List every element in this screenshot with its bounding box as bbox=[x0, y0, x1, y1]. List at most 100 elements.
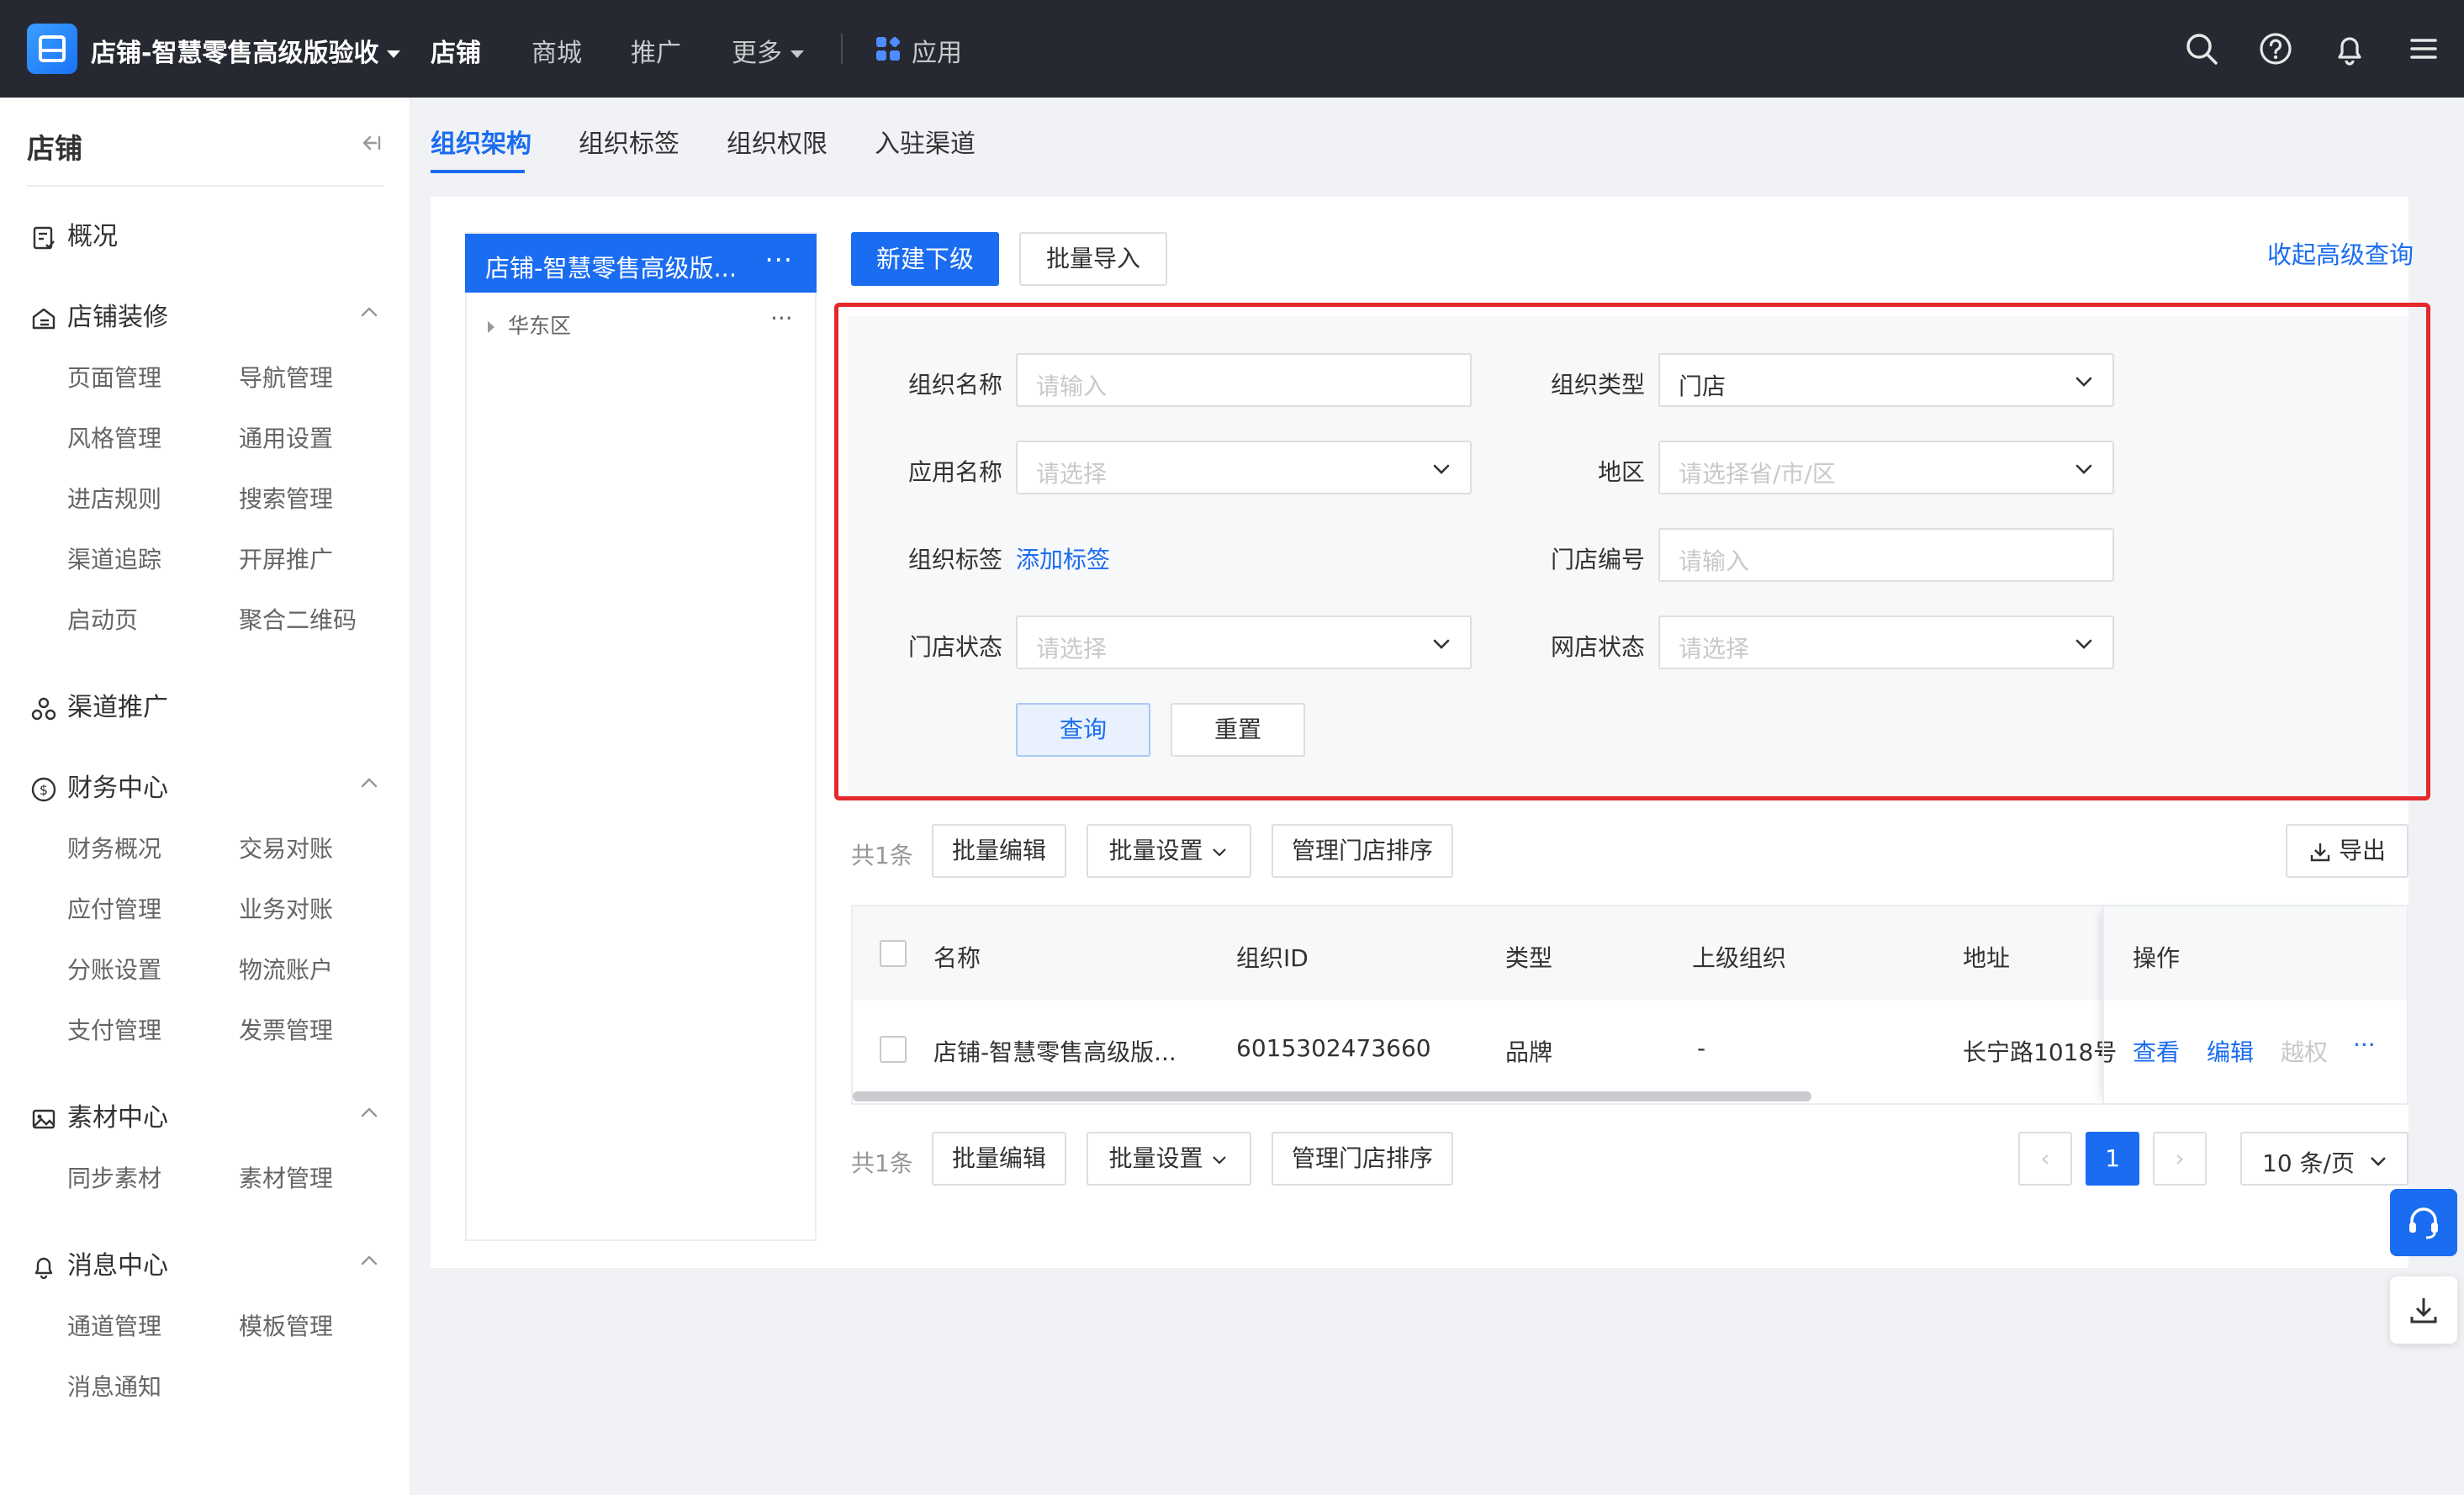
sidebar-group-channel[interactable]: 渠道推广 bbox=[30, 686, 168, 723]
tree-root-more-icon[interactable]: ··· bbox=[764, 244, 793, 276]
sidebar-item-search-management[interactable]: 搜索管理 bbox=[239, 481, 333, 515]
sidebar-item-page-management[interactable]: 页面管理 bbox=[67, 360, 161, 394]
prev-page-button[interactable]: ‹ bbox=[2018, 1132, 2072, 1186]
next-page-button[interactable]: › bbox=[2153, 1132, 2207, 1186]
org-type-value: 门店 bbox=[1679, 372, 1726, 400]
table-horizontal-scrollbar[interactable] bbox=[853, 1091, 1811, 1101]
search-icon[interactable] bbox=[2181, 29, 2222, 69]
help-icon[interactable] bbox=[2255, 29, 2296, 69]
chevron-up-icon[interactable] bbox=[357, 299, 382, 325]
topnav-mall[interactable]: 商城 bbox=[531, 32, 582, 69]
menu-icon[interactable] bbox=[2403, 29, 2444, 69]
sidebar-group-message[interactable]: 消息中心 bbox=[30, 1244, 168, 1281]
chevron-up-icon[interactable] bbox=[357, 1100, 382, 1125]
select-all-checkbox[interactable] bbox=[880, 940, 907, 967]
manage-store-sort-button[interactable]: 管理门店排序 bbox=[1272, 824, 1453, 878]
sidebar-item-overview[interactable]: 概况 bbox=[30, 215, 118, 252]
header-type: 类型 bbox=[1505, 944, 1553, 972]
top-navigation-bar: 店铺-智慧零售高级版验收 店铺 商城 推广 更多 应用 bbox=[0, 0, 2464, 98]
tree-node-east-china[interactable]: 华东区 bbox=[488, 309, 571, 340]
online-status-select[interactable]: 请选择 bbox=[1658, 615, 2114, 669]
topnav-apps[interactable]: 应用 bbox=[912, 32, 962, 69]
topnav-promotion[interactable]: 推广 bbox=[631, 32, 681, 69]
batch-import-button[interactable]: 批量导入 bbox=[1019, 232, 1167, 286]
query-button[interactable]: 查询 bbox=[1016, 703, 1150, 757]
sidebar-item-launch-page[interactable]: 启动页 bbox=[67, 602, 138, 636]
store-no-input[interactable]: 请输入 bbox=[1658, 528, 2114, 582]
batch-settings-button[interactable]: 批量设置 bbox=[1087, 824, 1251, 878]
tab-org-permissions[interactable]: 组织权限 bbox=[727, 123, 828, 160]
apps-icon bbox=[876, 35, 902, 61]
sidebar-item-general-settings[interactable]: 通用设置 bbox=[239, 420, 333, 454]
sidebar-item-material-management[interactable]: 素材管理 bbox=[239, 1160, 333, 1194]
view-link[interactable]: 查看 bbox=[2133, 1034, 2180, 1068]
sidebar-group-material[interactable]: 素材中心 bbox=[30, 1096, 168, 1133]
nav-divider bbox=[841, 34, 843, 64]
sidebar-item-finance-overview[interactable]: 财务概况 bbox=[67, 831, 161, 864]
topnav-more[interactable]: 更多 bbox=[732, 32, 804, 69]
sidebar-group-finance[interactable]: $ 财务中心 bbox=[30, 767, 168, 804]
org-name-input[interactable]: 请输入 bbox=[1016, 353, 1472, 407]
new-sub-org-button[interactable]: 新建下级 bbox=[851, 232, 999, 286]
sidebar-item-payment-management[interactable]: 支付管理 bbox=[67, 1012, 161, 1046]
shop-logo-icon[interactable] bbox=[27, 24, 77, 74]
manage-store-sort-button-bottom[interactable]: 管理门店排序 bbox=[1272, 1132, 1453, 1186]
row-checkbox[interactable] bbox=[880, 1036, 907, 1063]
sidebar-item-logistics-account[interactable]: 物流账户 bbox=[239, 952, 333, 985]
finance-icon: $ bbox=[31, 777, 56, 801]
batch-settings-button-bottom[interactable]: 批量设置 bbox=[1087, 1132, 1251, 1186]
sidebar-group-decoration[interactable]: 店铺装修 bbox=[30, 296, 168, 333]
region-select[interactable]: 请选择省/市/区 bbox=[1658, 441, 2114, 494]
tab-org-structure[interactable]: 组织架构 bbox=[431, 123, 531, 160]
collapse-advanced-query-link[interactable]: 收起高级查询 bbox=[2267, 235, 2414, 271]
collapse-sidebar-icon[interactable] bbox=[357, 129, 383, 156]
sidebar-item-message-notification[interactable]: 消息通知 bbox=[67, 1369, 161, 1403]
more-ops-icon[interactable]: ··· bbox=[2353, 1031, 2376, 1059]
store-status-select[interactable]: 请选择 bbox=[1016, 615, 1472, 669]
store-status-label: 门店状态 bbox=[907, 633, 1002, 661]
tree-node-more-icon[interactable]: ··· bbox=[770, 304, 793, 332]
chevron-up-icon[interactable] bbox=[357, 1248, 382, 1273]
override-link[interactable]: 越权 bbox=[2281, 1034, 2328, 1068]
chevron-down-icon bbox=[1433, 464, 1450, 474]
export-button[interactable]: 导出 bbox=[2286, 824, 2408, 878]
sidebar-item-label: 概况 bbox=[67, 222, 118, 251]
sidebar-item-payables[interactable]: 应付管理 bbox=[67, 891, 161, 925]
app-name-label: 应用名称 bbox=[907, 458, 1002, 486]
sidebar-item-style-management[interactable]: 风格管理 bbox=[67, 420, 161, 454]
sidebar-item-entry-rules[interactable]: 进店规则 bbox=[67, 481, 161, 515]
edit-link[interactable]: 编辑 bbox=[2207, 1034, 2254, 1068]
chevron-up-icon[interactable] bbox=[357, 770, 382, 795]
sidebar-item-sync-material[interactable]: 同步素材 bbox=[67, 1160, 161, 1194]
batch-edit-button[interactable]: 批量编辑 bbox=[932, 824, 1066, 878]
bell-icon[interactable] bbox=[2329, 29, 2370, 69]
store-decoration-icon bbox=[32, 308, 56, 329]
shop-switcher[interactable]: 店铺-智慧零售高级版验收 bbox=[91, 32, 401, 69]
tree-root-node[interactable]: 店铺-智慧零售高级版... ··· bbox=[465, 234, 817, 293]
expand-arrow-icon[interactable] bbox=[488, 321, 494, 333]
online-status-label: 网店状态 bbox=[1550, 633, 1645, 661]
sidebar-item-invoice-management[interactable]: 发票管理 bbox=[239, 1012, 333, 1046]
sidebar-item-aggregate-qrcode[interactable]: 聚合二维码 bbox=[239, 602, 357, 636]
reset-button[interactable]: 重置 bbox=[1171, 703, 1305, 757]
batch-settings-label: 批量设置 bbox=[1108, 837, 1203, 864]
sidebar-item-channel-management[interactable]: 通道管理 bbox=[67, 1308, 161, 1342]
page-1-button[interactable]: 1 bbox=[2086, 1132, 2139, 1186]
sidebar-item-split-settings[interactable]: 分账设置 bbox=[67, 952, 161, 985]
sidebar-item-splash-promotion[interactable]: 开屏推广 bbox=[239, 541, 333, 575]
customer-service-button[interactable] bbox=[2390, 1189, 2457, 1256]
topnav-shop[interactable]: 店铺 bbox=[431, 32, 481, 69]
sidebar-item-nav-management[interactable]: 导航管理 bbox=[239, 360, 333, 394]
sidebar-item-template-management[interactable]: 模板管理 bbox=[239, 1308, 333, 1342]
sidebar-item-trade-reconciliation[interactable]: 交易对账 bbox=[239, 831, 333, 864]
download-button[interactable] bbox=[2390, 1276, 2457, 1344]
org-type-select[interactable]: 门店 bbox=[1658, 353, 2114, 407]
batch-edit-button-bottom[interactable]: 批量编辑 bbox=[932, 1132, 1066, 1186]
tab-org-tags[interactable]: 组织标签 bbox=[579, 123, 679, 160]
sidebar-item-business-reconciliation[interactable]: 业务对账 bbox=[239, 891, 333, 925]
tab-entry-channels[interactable]: 入驻渠道 bbox=[875, 123, 976, 160]
add-tag-link[interactable]: 添加标签 bbox=[1016, 541, 1110, 575]
sidebar-item-channel-tracking[interactable]: 渠道追踪 bbox=[67, 541, 161, 575]
app-name-select[interactable]: 请选择 bbox=[1016, 441, 1472, 494]
page-size-select[interactable]: 10 条/页 bbox=[2240, 1132, 2408, 1186]
